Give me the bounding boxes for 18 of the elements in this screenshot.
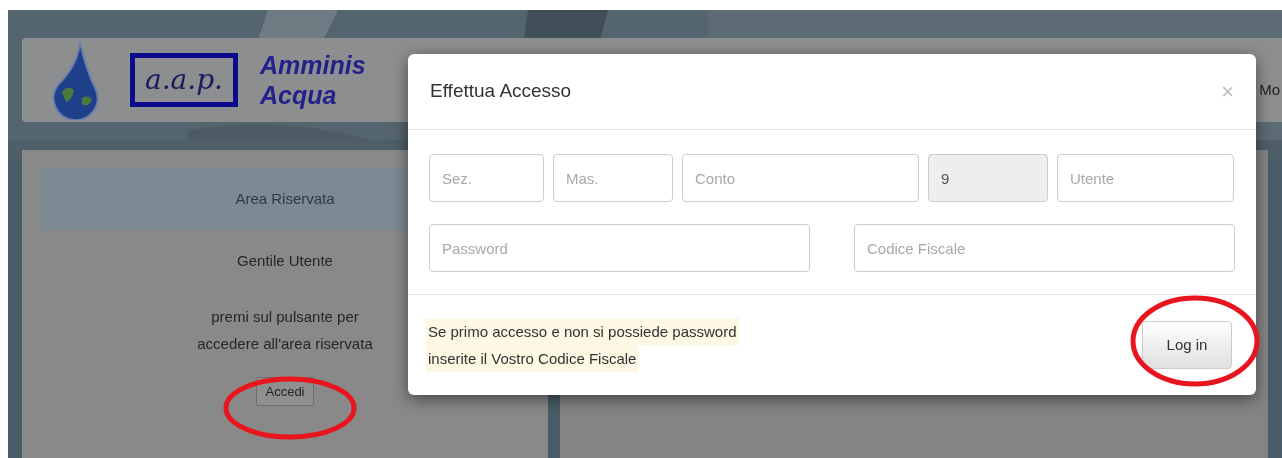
hint-text: inserite il Vostro Codice Fiscale bbox=[426, 345, 639, 372]
panel-title: Area Riservata bbox=[235, 188, 335, 209]
dialog-title: Effettua Accesso bbox=[430, 79, 572, 104]
site-title: Acqua bbox=[260, 80, 338, 110]
input-field[interactable]: Conto bbox=[682, 154, 919, 202]
login-button[interactable]: Log in bbox=[1142, 321, 1232, 369]
input-field[interactable]: Mas. bbox=[553, 154, 673, 202]
instruction-text: accedere all'area riservata bbox=[197, 333, 373, 354]
logo: a.a.p. bbox=[130, 53, 238, 107]
input-field[interactable]: Utente bbox=[1057, 154, 1234, 202]
greeting-text: Gentile Utente bbox=[237, 251, 333, 271]
instruction-text: premi sul pulsante per bbox=[211, 306, 359, 327]
input-field[interactable]: Password bbox=[429, 224, 810, 272]
nav-link[interactable]: Mo bbox=[1259, 78, 1280, 102]
hint-text: Se primo accesso e non si possiede password bbox=[426, 318, 739, 345]
input-field[interactable]: Codice Fiscale bbox=[854, 224, 1235, 272]
input-field[interactable]: Sez. bbox=[429, 154, 544, 202]
site-title: Amminis bbox=[260, 50, 366, 80]
